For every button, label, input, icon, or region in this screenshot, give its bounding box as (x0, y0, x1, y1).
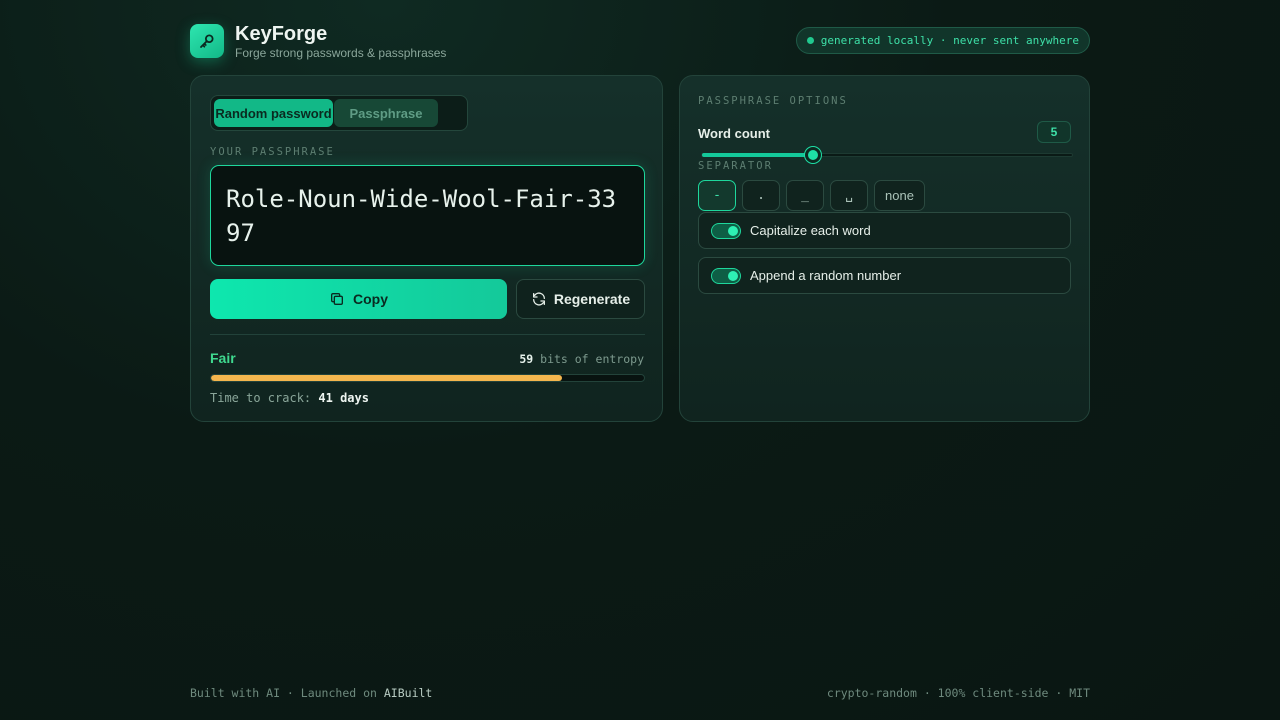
copy-icon (331, 293, 343, 305)
aibuilt-link[interactable]: AIBuilt (384, 686, 432, 700)
crack-time-value: 41 days (318, 391, 369, 405)
footer-info: crypto-random · 100% client-side · MIT (826, 686, 1090, 700)
slider-thumb[interactable] (804, 147, 821, 163)
capitalize-toggle[interactable] (711, 222, 741, 239)
append-number-label: Append a random number (750, 268, 902, 283)
entropy-readout: 59 bits of entropy (519, 352, 644, 366)
word-count-value: 5 (1037, 121, 1071, 143)
entropy-bits: 59 (519, 352, 534, 366)
separator-none-button[interactable]: none (874, 180, 925, 211)
toggle-knob (728, 225, 738, 236)
capitalize-option[interactable]: Capitalize each word (698, 212, 1071, 249)
crack-time: Time to crack: 41 days (210, 391, 369, 405)
app-subtitle: Forge strong passwords & passphrases (235, 46, 447, 60)
strength-meter (210, 374, 645, 382)
status-dot-icon (806, 37, 814, 44)
mode-tabs: Random password Passphrase (210, 95, 468, 131)
separator-options: - . _ ␣ none (698, 180, 925, 211)
append-number-toggle[interactable] (711, 267, 741, 284)
separator-dash-button[interactable]: - (698, 180, 736, 211)
divider (210, 334, 645, 335)
entropy-suffix: bits of entropy (540, 352, 644, 366)
tab-random-password[interactable]: Random password (214, 99, 333, 127)
regenerate-button[interactable]: Regenerate (516, 279, 645, 319)
append-number-option[interactable]: Append a random number (698, 257, 1071, 294)
crack-prefix: Time to crack: (210, 391, 312, 405)
footer-credits: Built with AI · Launched on AIBuilt (190, 686, 432, 700)
generator-card: Random password Passphrase YOUR PASSPHRA… (190, 75, 663, 422)
word-count-label: Word count (698, 126, 770, 141)
copy-button[interactable]: Copy (210, 279, 507, 319)
regenerate-label: Regenerate (553, 291, 631, 307)
copy-label: Copy (353, 291, 388, 307)
toggle-knob (728, 270, 738, 281)
key-logo-icon (190, 24, 224, 58)
separator-dot-button[interactable]: . (742, 180, 780, 211)
passphrase-output[interactable]: Role-Noun-Wide-Wool-Fair-3397 (210, 165, 645, 266)
options-heading: PASSPHRASE OPTIONS (698, 95, 848, 107)
privacy-status-badge: generated locally · never sent anywhere (795, 27, 1090, 54)
refresh-icon (532, 292, 545, 306)
tab-passphrase[interactable]: Passphrase (334, 99, 438, 127)
options-card: PASSPHRASE OPTIONS Word count 5 SEPARATO… (679, 75, 1090, 422)
output-label: YOUR PASSPHRASE (210, 146, 335, 158)
word-count-slider[interactable] (701, 153, 1073, 157)
separator-underscore-button[interactable]: _ (786, 180, 824, 211)
separator-space-button[interactable]: ␣ (830, 180, 868, 211)
capitalize-label: Capitalize each word (750, 223, 871, 238)
strength-label: Fair (210, 350, 236, 366)
footer-prefix: Built with AI · Launched on (190, 686, 384, 700)
app-header: KeyForge Forge strong passwords & passph… (190, 22, 1090, 62)
status-text: generated locally · never sent anywhere (820, 34, 1079, 47)
app-title: KeyForge (235, 23, 328, 45)
slider-fill (702, 153, 814, 157)
separator-label: SEPARATOR (698, 160, 773, 172)
strength-meter-fill (211, 375, 562, 381)
